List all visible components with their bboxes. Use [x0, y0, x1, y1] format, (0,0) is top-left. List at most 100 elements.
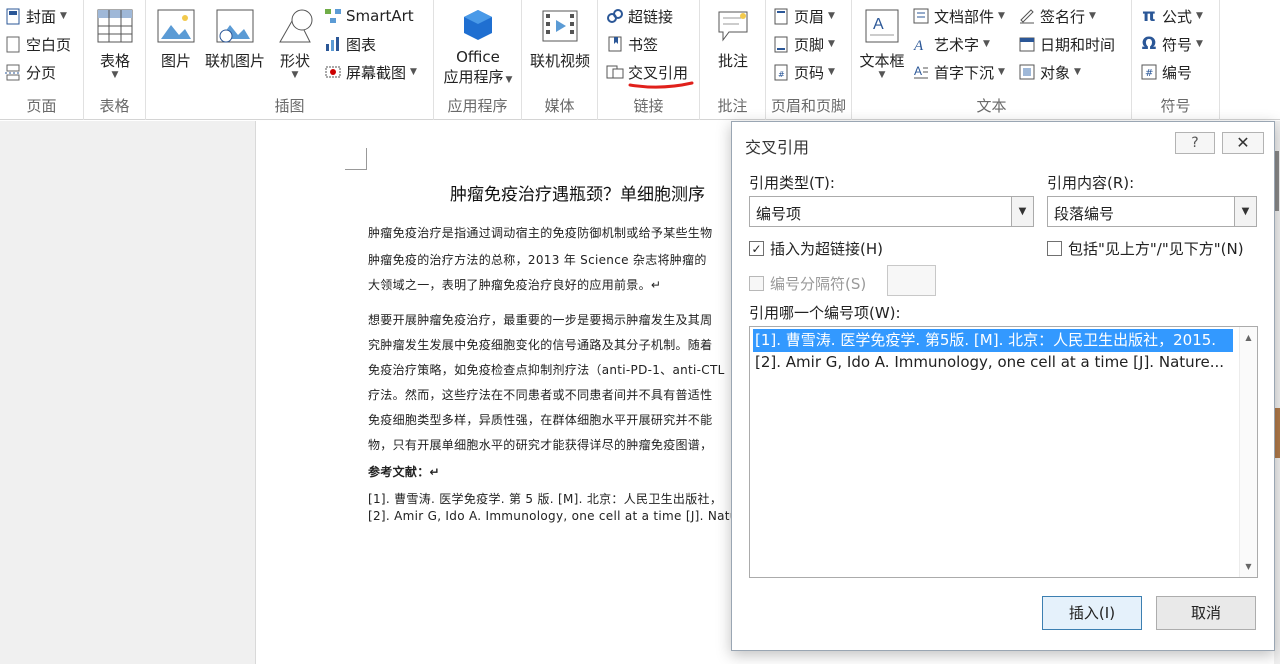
cancel-button[interactable]: 取消: [1156, 596, 1256, 630]
group-links: 超链接 书签 交叉引用 链接: [598, 0, 700, 120]
shapes-button[interactable]: 形状 ▼: [272, 6, 318, 80]
textbox-button[interactable]: A 文本框 ▼: [854, 6, 910, 80]
chart-icon: [324, 35, 342, 53]
blank-page-button[interactable]: 空白页: [4, 32, 71, 56]
group-label-header-footer: 页眉和页脚: [770, 97, 846, 115]
table-label: 表格: [99, 52, 130, 70]
svg-text:A: A: [914, 64, 922, 78]
reference-type-select[interactable]: 编号项 ▼: [749, 196, 1034, 227]
group-text: A 文本框 ▼ 文档部件 ▼ A 艺术字 ▼ A 首字下沉 ▼ 签名行 ▼ 日期和时间 …: [852, 0, 1132, 120]
separate-numbers-label: 编号分隔符(S): [770, 275, 867, 293]
doc-paragraph-line: 肿瘤免疫的治疗方法的总称，2013 年 Science 杂志将肿瘤的: [368, 253, 707, 267]
group-label-comments: 批注: [717, 97, 748, 115]
cover-page-button[interactable]: 封面 ▼: [4, 4, 67, 28]
header-icon: [772, 7, 790, 25]
chevron-down-icon: ▼: [111, 70, 119, 80]
separate-numbers-checkbox: 编号分隔符(S): [749, 273, 866, 294]
reference-content-value: 段落编号: [1054, 205, 1115, 223]
footer-button[interactable]: 页脚 ▼: [772, 32, 835, 56]
wordart-button[interactable]: A 艺术字 ▼: [912, 32, 990, 56]
comment-button[interactable]: 批注: [708, 6, 758, 71]
chevron-down-icon: ▼: [1089, 11, 1096, 21]
checkbox-disabled-icon: [749, 276, 764, 291]
list-scrollbar[interactable]: ▲ ▼: [1239, 327, 1257, 577]
checkbox-unchecked-icon[interactable]: [1047, 241, 1062, 256]
reference-content-select[interactable]: 段落编号 ▼: [1047, 196, 1257, 227]
insert-hyperlink-checkbox[interactable]: ✓ 插入为超链接(H): [749, 238, 883, 259]
cross-reference-dialog: 交叉引用 ? ✕ 引用类型(T): 编号项 ▼ 引用内容(R): 段落编号 ▼ …: [731, 121, 1275, 651]
office-apps-button[interactable]: Office 应用程序 ▼: [438, 6, 518, 87]
symbol-button[interactable]: Ω 符号 ▼: [1140, 32, 1203, 56]
datetime-label: 日期和时间: [1040, 35, 1116, 54]
dropcap-icon: A: [912, 63, 930, 81]
header-button[interactable]: 页眉 ▼: [772, 4, 835, 28]
hyperlink-icon: [606, 7, 624, 25]
bookmark-button[interactable]: 书签: [606, 32, 658, 56]
include-above-below-label: 包括"见上方"/"见下方"(N): [1068, 240, 1244, 258]
screenshot-button[interactable]: 屏幕截图 ▼: [324, 60, 417, 84]
scrollbar-thumb[interactable]: [1275, 151, 1279, 211]
checkbox-checked-icon[interactable]: ✓: [749, 241, 764, 256]
dropcap-button[interactable]: A 首字下沉 ▼: [912, 60, 1005, 84]
chevron-down-icon[interactable]: ▼: [1011, 197, 1033, 226]
picture-button[interactable]: 图片: [154, 6, 198, 71]
list-item[interactable]: [2]. Amir G, Ido A. Immunology, one cell…: [753, 351, 1233, 374]
object-icon: [1018, 63, 1036, 81]
blank-page-label: 空白页: [26, 35, 72, 54]
include-above-below-checkbox[interactable]: 包括"见上方"/"见下方"(N): [1047, 238, 1244, 259]
group-label-apps: 应用程序: [447, 97, 508, 115]
group-tables: 表格 ▼ 表格: [84, 0, 146, 120]
help-button[interactable]: ?: [1175, 132, 1215, 154]
svg-text:A: A: [873, 16, 884, 33]
datetime-button[interactable]: 日期和时间: [1018, 32, 1115, 56]
group-label-illustrations: 插图: [274, 97, 305, 115]
close-button[interactable]: ✕: [1222, 132, 1264, 154]
quick-parts-button[interactable]: 文档部件 ▼: [912, 4, 1005, 28]
equation-button[interactable]: π 公式 ▼: [1140, 4, 1203, 28]
scroll-down-icon[interactable]: ▼: [1240, 562, 1257, 571]
chevron-down-icon: ▼: [878, 70, 886, 80]
wordart-label: 艺术字: [934, 35, 980, 54]
textbox-label: 文本框: [859, 52, 905, 70]
group-label-text: 文本: [976, 97, 1007, 115]
chart-button[interactable]: 图表: [324, 32, 376, 56]
shapes-icon: [275, 6, 315, 46]
list-item[interactable]: [1]. 曹雪涛. 医学免疫学. 第5版. [M]. 北京：人民卫生出版社，20…: [753, 329, 1233, 352]
textbox-icon: A: [862, 6, 902, 46]
bookmark-icon: [606, 35, 624, 53]
numbered-items-list[interactable]: [1]. 曹雪涛. 医学免疫学. 第5版. [M]. 北京：人民卫生出版社，20…: [749, 326, 1258, 578]
insert-hyperlink-label: 插入为超链接(H): [770, 240, 883, 258]
pi-icon: π: [1142, 6, 1156, 26]
page-number-button[interactable]: # 页码 ▼: [772, 60, 835, 84]
page-break-button[interactable]: 分页: [4, 60, 56, 84]
group-label-symbols: 符号: [1160, 97, 1191, 115]
signature-line-button[interactable]: 签名行 ▼: [1018, 4, 1096, 28]
screenshot-icon: [324, 63, 342, 81]
symbol-label: 符号: [1162, 35, 1193, 54]
dialog-titlebar[interactable]: 交叉引用 ? ✕: [732, 122, 1274, 164]
table-button[interactable]: 表格 ▼: [92, 6, 138, 80]
online-video-button[interactable]: 联机视频: [526, 6, 594, 71]
chevron-down-icon: ▼: [983, 39, 990, 49]
smartart-button[interactable]: SmartArt: [324, 4, 414, 28]
reference-type-value: 编号项: [756, 205, 802, 223]
cover-page-icon: [4, 7, 22, 25]
chevron-down-icon[interactable]: ▼: [1234, 197, 1256, 226]
object-button[interactable]: 对象 ▼: [1018, 60, 1081, 84]
online-picture-button[interactable]: 联机图片: [202, 6, 268, 71]
references-heading: 参考文献：↵: [368, 465, 440, 479]
screenshot-label: 屏幕截图: [346, 63, 407, 82]
group-label-tables: 表格: [99, 97, 130, 115]
scroll-up-icon[interactable]: ▲: [1240, 333, 1257, 342]
page-break-icon: [4, 63, 22, 81]
chevron-down-icon: ▼: [1074, 67, 1081, 77]
chevron-down-icon: ▼: [828, 39, 835, 49]
office-apps-label-line1: Office: [456, 48, 500, 66]
blank-page-icon: [4, 35, 22, 53]
document-title: 肿瘤免疫治疗遇瓶颈？单细胞测序: [450, 185, 705, 205]
comment-icon: [713, 6, 753, 46]
number-button[interactable]: # 编号: [1140, 60, 1192, 84]
hyperlink-button[interactable]: 超链接: [606, 4, 673, 28]
insert-button[interactable]: 插入(I): [1042, 596, 1142, 630]
ribbon: 封面 ▼ 空白页 分页 页面 表格 ▼ 表格 图片 联机图片 形状 ▼ Smar…: [0, 0, 1280, 120]
